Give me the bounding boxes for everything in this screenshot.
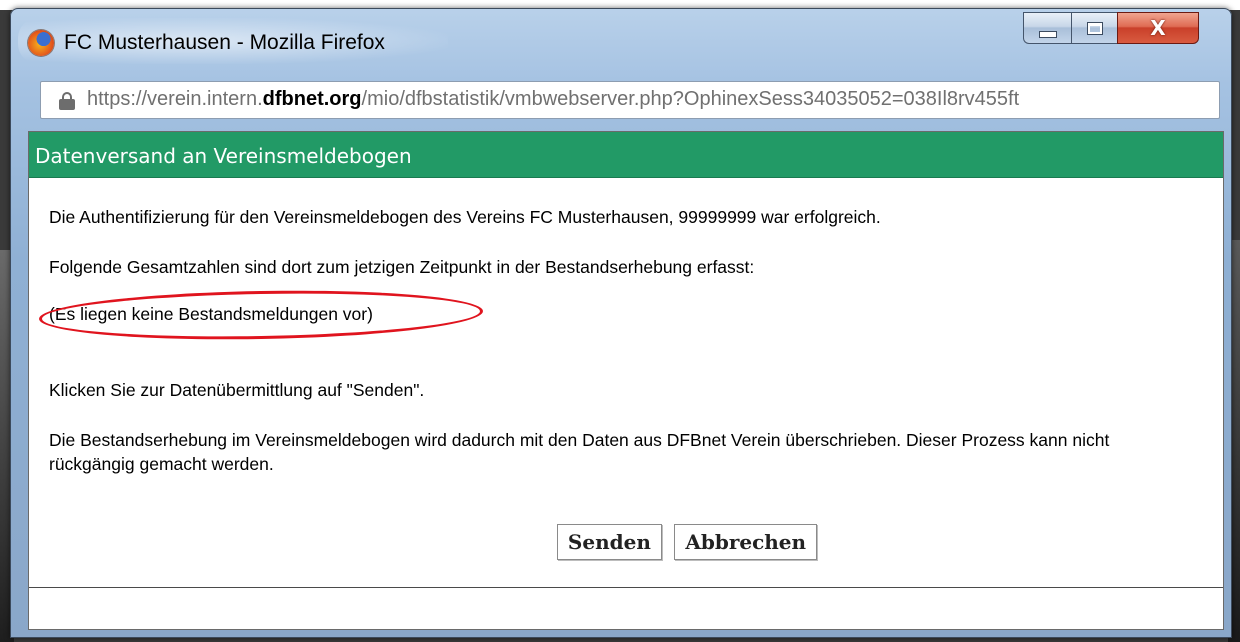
dialog-body: Die Authentifizierung für den Vereinsmel… bbox=[29, 178, 1223, 588]
close-icon: X bbox=[1150, 16, 1166, 40]
dialog-title: Datenversand an Vereinsmeldebogen bbox=[35, 144, 412, 168]
title-bar[interactable]: FC Musterhausen - Mozilla Firefox X bbox=[10, 8, 1232, 74]
close-button[interactable]: X bbox=[1117, 12, 1199, 44]
url-domain: dfbnet.org bbox=[262, 88, 362, 110]
cancel-button[interactable]: Abbrechen bbox=[674, 524, 818, 560]
url-prefix: https://verein.intern. bbox=[87, 88, 263, 110]
window-title: FC Musterhausen - Mozilla Firefox bbox=[64, 31, 385, 54]
send-instruction-text: Klicken Sie zur Datenübermittlung auf "S… bbox=[49, 380, 425, 400]
url-text[interactable]: https://verein.intern.dfbnet.org/mio/dfb… bbox=[87, 88, 1213, 111]
address-bar[interactable]: https://verein.intern.dfbnet.org/mio/dfb… bbox=[40, 81, 1220, 119]
lock-icon[interactable] bbox=[59, 92, 75, 110]
firefox-icon[interactable] bbox=[28, 30, 54, 56]
auth-success-text: Die Authentifizierung für den Vereinsmel… bbox=[49, 207, 881, 227]
send-button[interactable]: Senden bbox=[556, 524, 662, 560]
maximize-button[interactable] bbox=[1071, 12, 1117, 44]
totals-intro-text: Folgende Gesamtzahlen sind dort zum jetz… bbox=[49, 257, 755, 277]
maximize-icon bbox=[1086, 21, 1103, 35]
red-highlight-oval bbox=[38, 287, 484, 343]
minimize-icon bbox=[1038, 30, 1057, 38]
page-content: Datenversand an Vereinsmeldebogen Die Au… bbox=[28, 131, 1224, 630]
url-suffix: /mio/dfbstatistik/vmbwebserver.php?Ophin… bbox=[361, 88, 1020, 110]
dialog-buttons: Senden Abbrechen bbox=[29, 524, 1223, 560]
dialog-header: Datenversand an Vereinsmeldebogen bbox=[29, 132, 1223, 178]
overwrite-warning-text: Die Bestandserhebung im Vereinsmeldeboge… bbox=[49, 430, 1110, 474]
window-controls: X bbox=[1023, 12, 1199, 48]
minimize-button[interactable] bbox=[1023, 12, 1071, 44]
